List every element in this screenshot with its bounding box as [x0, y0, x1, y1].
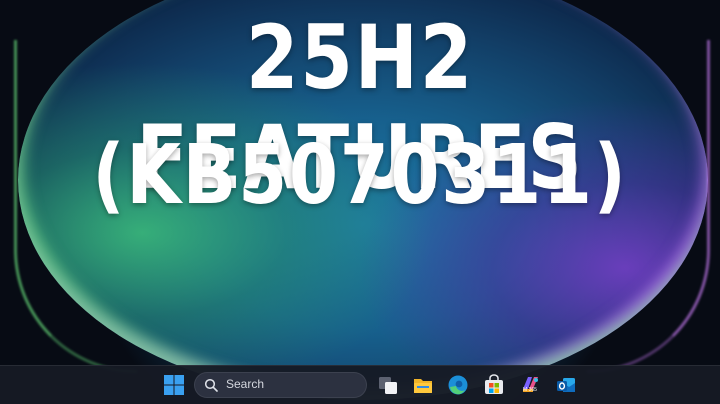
taskbar: Search M 365	[0, 365, 720, 404]
windows-start-icon	[164, 375, 184, 395]
microsoft-store-icon	[485, 374, 503, 394]
file-explorer-icon	[414, 379, 432, 393]
taskbar-search-box[interactable]: Search	[194, 372, 367, 398]
edge-browser-icon	[448, 375, 468, 395]
search-label: Search	[226, 377, 265, 391]
microsoft-store-button[interactable]	[483, 374, 505, 396]
file-explorer-button[interactable]	[412, 374, 434, 396]
outlook-icon	[557, 378, 575, 392]
microsoft-365-button[interactable]: M 365	[519, 374, 541, 396]
desktop: 25H2 FEATURES (KB5070311) Search M 365	[0, 0, 720, 404]
edge-browser-button[interactable]	[447, 374, 469, 396]
start-button[interactable]	[163, 374, 185, 396]
headline-kb-number: (KB5070311)	[92, 128, 628, 223]
m365-label: M 365	[523, 387, 537, 393]
outlook-button[interactable]	[555, 374, 577, 396]
task-view-button[interactable]	[377, 374, 399, 396]
task-view-icon	[379, 377, 397, 394]
search-icon	[204, 378, 218, 392]
